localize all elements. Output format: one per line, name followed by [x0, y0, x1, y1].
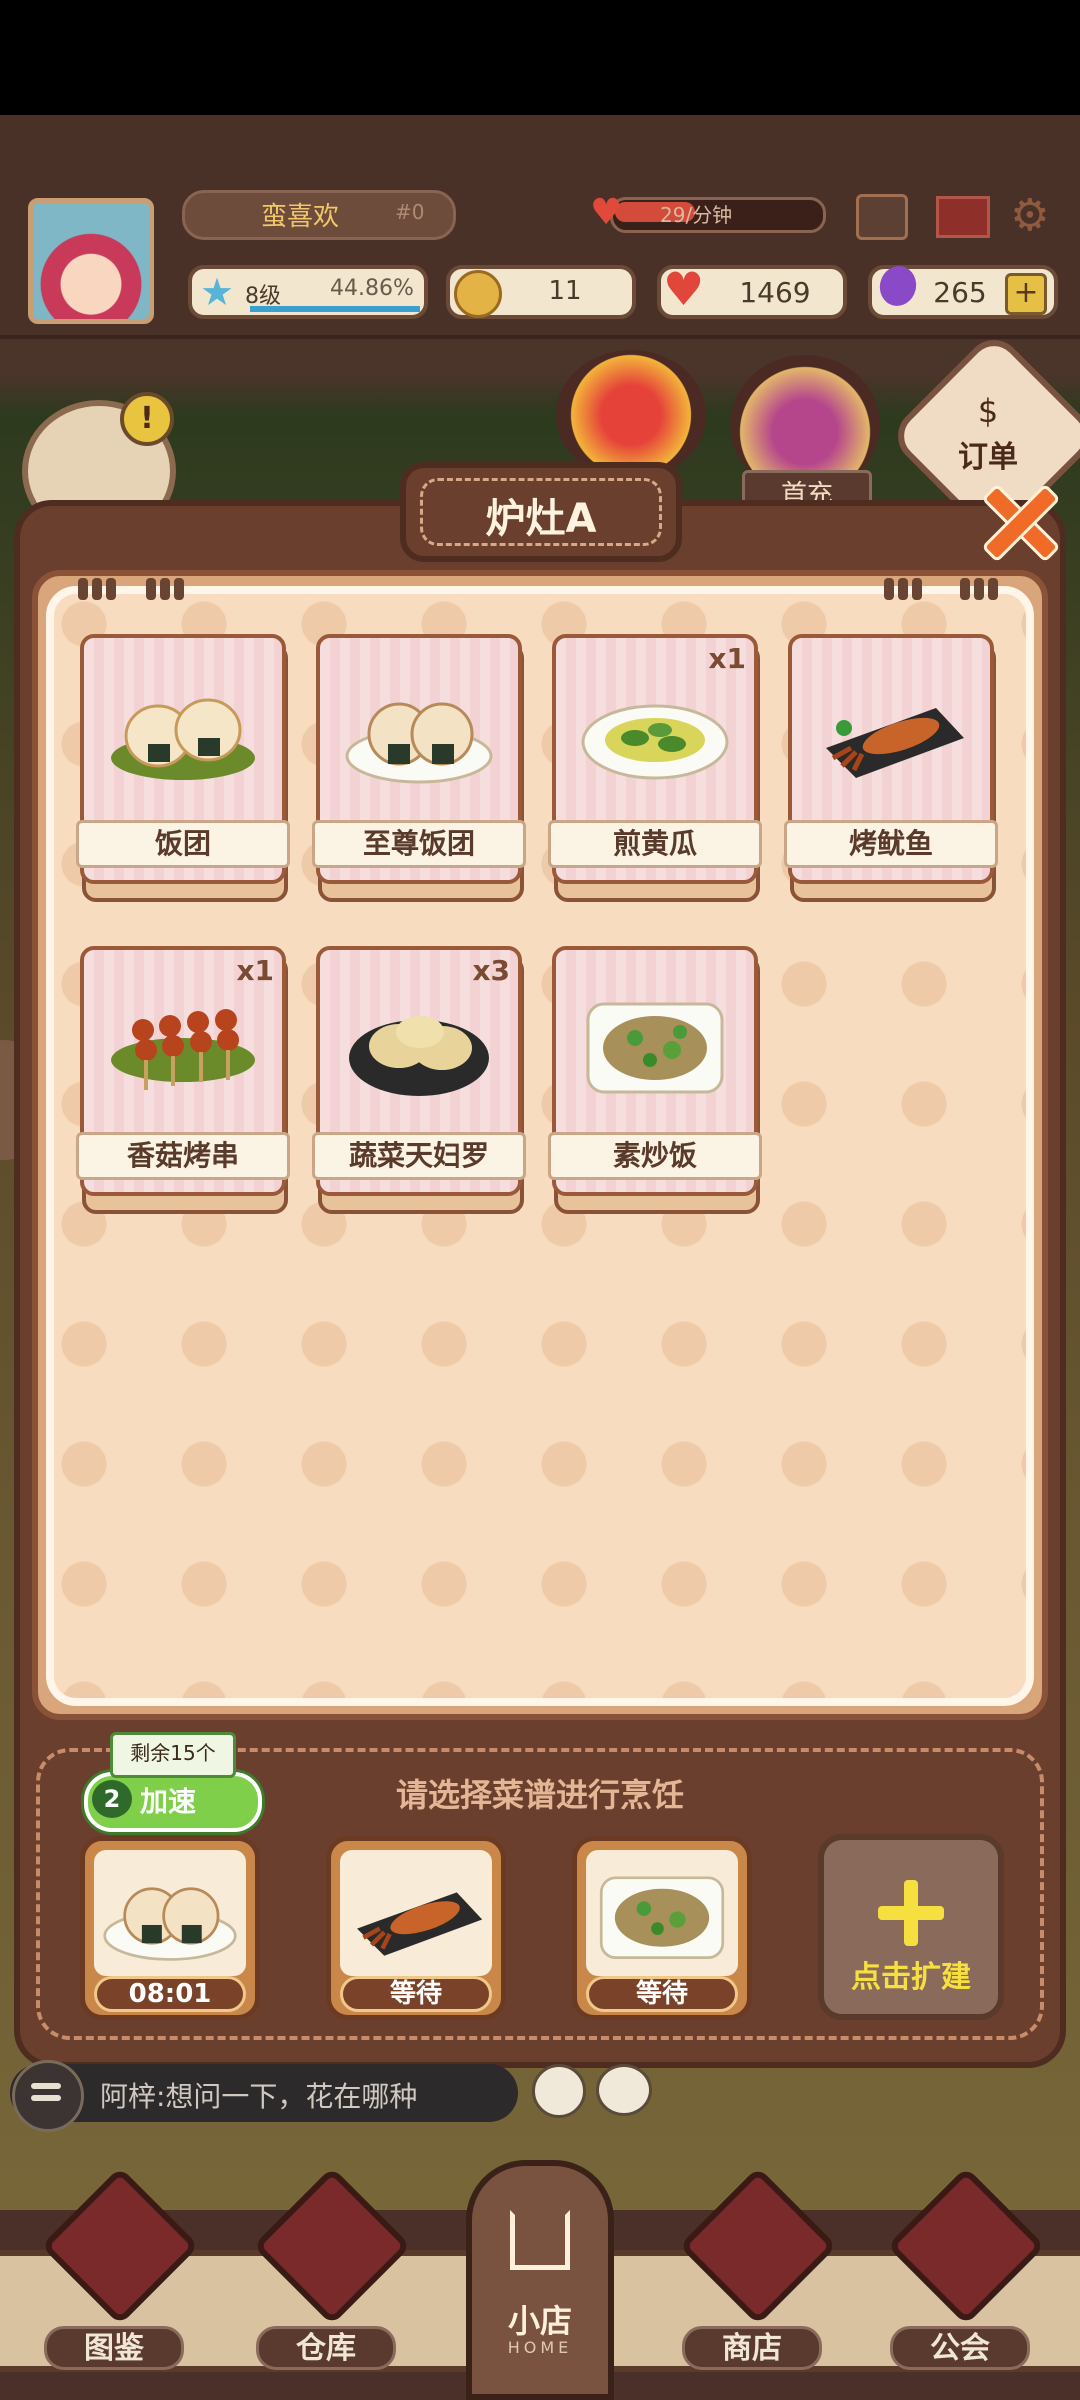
- recipe-card-veggie-fried-rice[interactable]: 素炒饭: [548, 946, 762, 1214]
- heart-currency-icon: ♥: [663, 262, 705, 316]
- coin-count: 11: [548, 276, 582, 306]
- supreme-rice-ball-dish-icon: [103, 1887, 237, 1961]
- recipe-name: 烤鱿鱼: [784, 820, 998, 868]
- emoji-icon[interactable]: [532, 2064, 586, 2118]
- recipe-name: 素炒饭: [548, 1132, 762, 1180]
- mail-icon[interactable]: [936, 196, 990, 238]
- binder-ring: [160, 578, 170, 600]
- level-progress-bar: [250, 306, 420, 312]
- veggie-fried-rice-dish-icon: [586, 1002, 724, 1094]
- nav-label: 商店: [682, 2326, 822, 2370]
- coin-icon: [454, 270, 502, 318]
- recipe-card-supreme-rice-ball[interactable]: 至尊饭团: [312, 634, 526, 902]
- star-icon: ★: [200, 270, 235, 314]
- chat-message: 阿梓:想问一下，花在哪种: [100, 2080, 418, 2113]
- veggie-fried-rice-dish-icon: [599, 1876, 725, 1959]
- add-gems-button[interactable]: +: [1005, 273, 1047, 315]
- calendar-icon[interactable]: [856, 194, 908, 240]
- queue-hint: 请选择菜谱进行烹饪: [395, 1776, 684, 1814]
- recipe-quantity: x1: [708, 642, 746, 675]
- expand-label: 点击扩建: [851, 1960, 971, 1995]
- cooking-slot-2[interactable]: 等待: [326, 1836, 506, 2020]
- chat-icon[interactable]: [12, 2060, 84, 2132]
- mushroom-skewers-dish-icon: [111, 1009, 255, 1090]
- plus-icon: [878, 1880, 944, 1946]
- avatar[interactable]: [28, 198, 154, 324]
- nav-shop[interactable]: 商店: [678, 2166, 838, 2380]
- heart-count: 1469: [739, 276, 811, 309]
- grilled-squid-dish-icon: [826, 708, 964, 778]
- recipe-card-grilled-squid[interactable]: 烤鱿鱼: [784, 634, 998, 902]
- binder-ring: [78, 578, 88, 600]
- nav-guild[interactable]: 公会: [886, 2166, 1046, 2380]
- recipe-quantity: x3: [472, 954, 510, 987]
- guild-icon: [886, 2166, 1046, 2326]
- nav-label: 图鉴: [44, 2326, 184, 2370]
- recipe-card-fried-cucumber[interactable]: x1 煎黄瓜: [548, 634, 762, 902]
- recipe-card-mushroom-skewers[interactable]: x1 香菇烤串: [76, 946, 290, 1214]
- house-icon: [510, 2210, 570, 2270]
- slot-status: 等待: [586, 1976, 738, 2012]
- cooking-slot-3[interactable]: 等待: [572, 1836, 752, 2020]
- close-button[interactable]: [981, 483, 1061, 563]
- speedup-label: 加速: [140, 1785, 197, 1818]
- recipe-name: 蔬菜天妇罗: [312, 1132, 526, 1180]
- recipe-card-rice-ball[interactable]: 饭团: [76, 634, 290, 902]
- stamina-rate: 29/分钟: [660, 203, 733, 227]
- binder-ring: [898, 578, 908, 600]
- nav-label: 仓库: [256, 2326, 396, 2370]
- nav-label: 公会: [890, 2326, 1030, 2370]
- binder-ring: [106, 578, 116, 600]
- gem-count: 265: [933, 276, 987, 309]
- order-label: 订单: [958, 440, 1018, 475]
- gear-icon[interactable]: ⚙: [1010, 190, 1049, 241]
- fried-cucumber-dish-icon: [581, 704, 729, 780]
- event-icon[interactable]: [556, 350, 706, 480]
- shop-icon: [678, 2166, 838, 2326]
- modal-title: 炉灶A: [485, 496, 597, 542]
- status-bar: [0, 0, 1080, 115]
- nav-home-label: 小店: [507, 2302, 572, 2340]
- rice-ball-dish-icon: [111, 698, 255, 780]
- player-name: 蛮喜欢: [260, 202, 339, 232]
- binder-ring: [146, 578, 156, 600]
- book-icon: [40, 2166, 200, 2326]
- recipe-name: 香菇烤串: [76, 1132, 290, 1180]
- nav-catalog[interactable]: 图鉴: [40, 2166, 200, 2380]
- binder-ring: [960, 578, 970, 600]
- binder-ring: [974, 578, 984, 600]
- box-icon: [252, 2166, 412, 2326]
- cooking-slot-1[interactable]: 08:01: [80, 1836, 260, 2020]
- order-icon: $: [977, 392, 999, 430]
- binder-ring: [912, 578, 922, 600]
- heart-icon: ♥: [590, 192, 623, 233]
- chat-bubble-icon[interactable]: [596, 2064, 652, 2116]
- binder-ring: [174, 578, 184, 600]
- speedup-count: 2: [92, 1780, 132, 1818]
- cooking-timer: 08:01: [94, 1976, 246, 2012]
- alert-badge: !: [120, 392, 174, 446]
- remaining-badge: 剩余15个: [110, 1732, 236, 1778]
- binder-ring: [884, 578, 894, 600]
- nav-warehouse[interactable]: 仓库: [252, 2166, 412, 2380]
- recipe-name: 饭团: [76, 820, 290, 868]
- recipe-card-vegetable-tempura[interactable]: x3 蔬菜天妇罗: [312, 946, 526, 1214]
- nav-home-sublabel: HOME: [507, 2338, 573, 2357]
- nav-home[interactable]: [466, 2160, 614, 2400]
- recipe-name: 至尊饭团: [312, 820, 526, 868]
- level-progress: 44.86%: [330, 276, 414, 301]
- vegetable-tempura-dish-icon: [349, 1016, 489, 1096]
- player-id: #0: [395, 200, 425, 224]
- slot-status: 等待: [340, 1976, 492, 2012]
- binder-ring: [988, 578, 998, 600]
- grilled-squid-dish-icon: [357, 1892, 483, 1956]
- binder-ring: [92, 578, 102, 600]
- recipe-quantity: x1: [236, 954, 274, 987]
- supreme-rice-ball-dish-icon: [345, 702, 493, 784]
- recipe-name: 煎黄瓜: [548, 820, 762, 868]
